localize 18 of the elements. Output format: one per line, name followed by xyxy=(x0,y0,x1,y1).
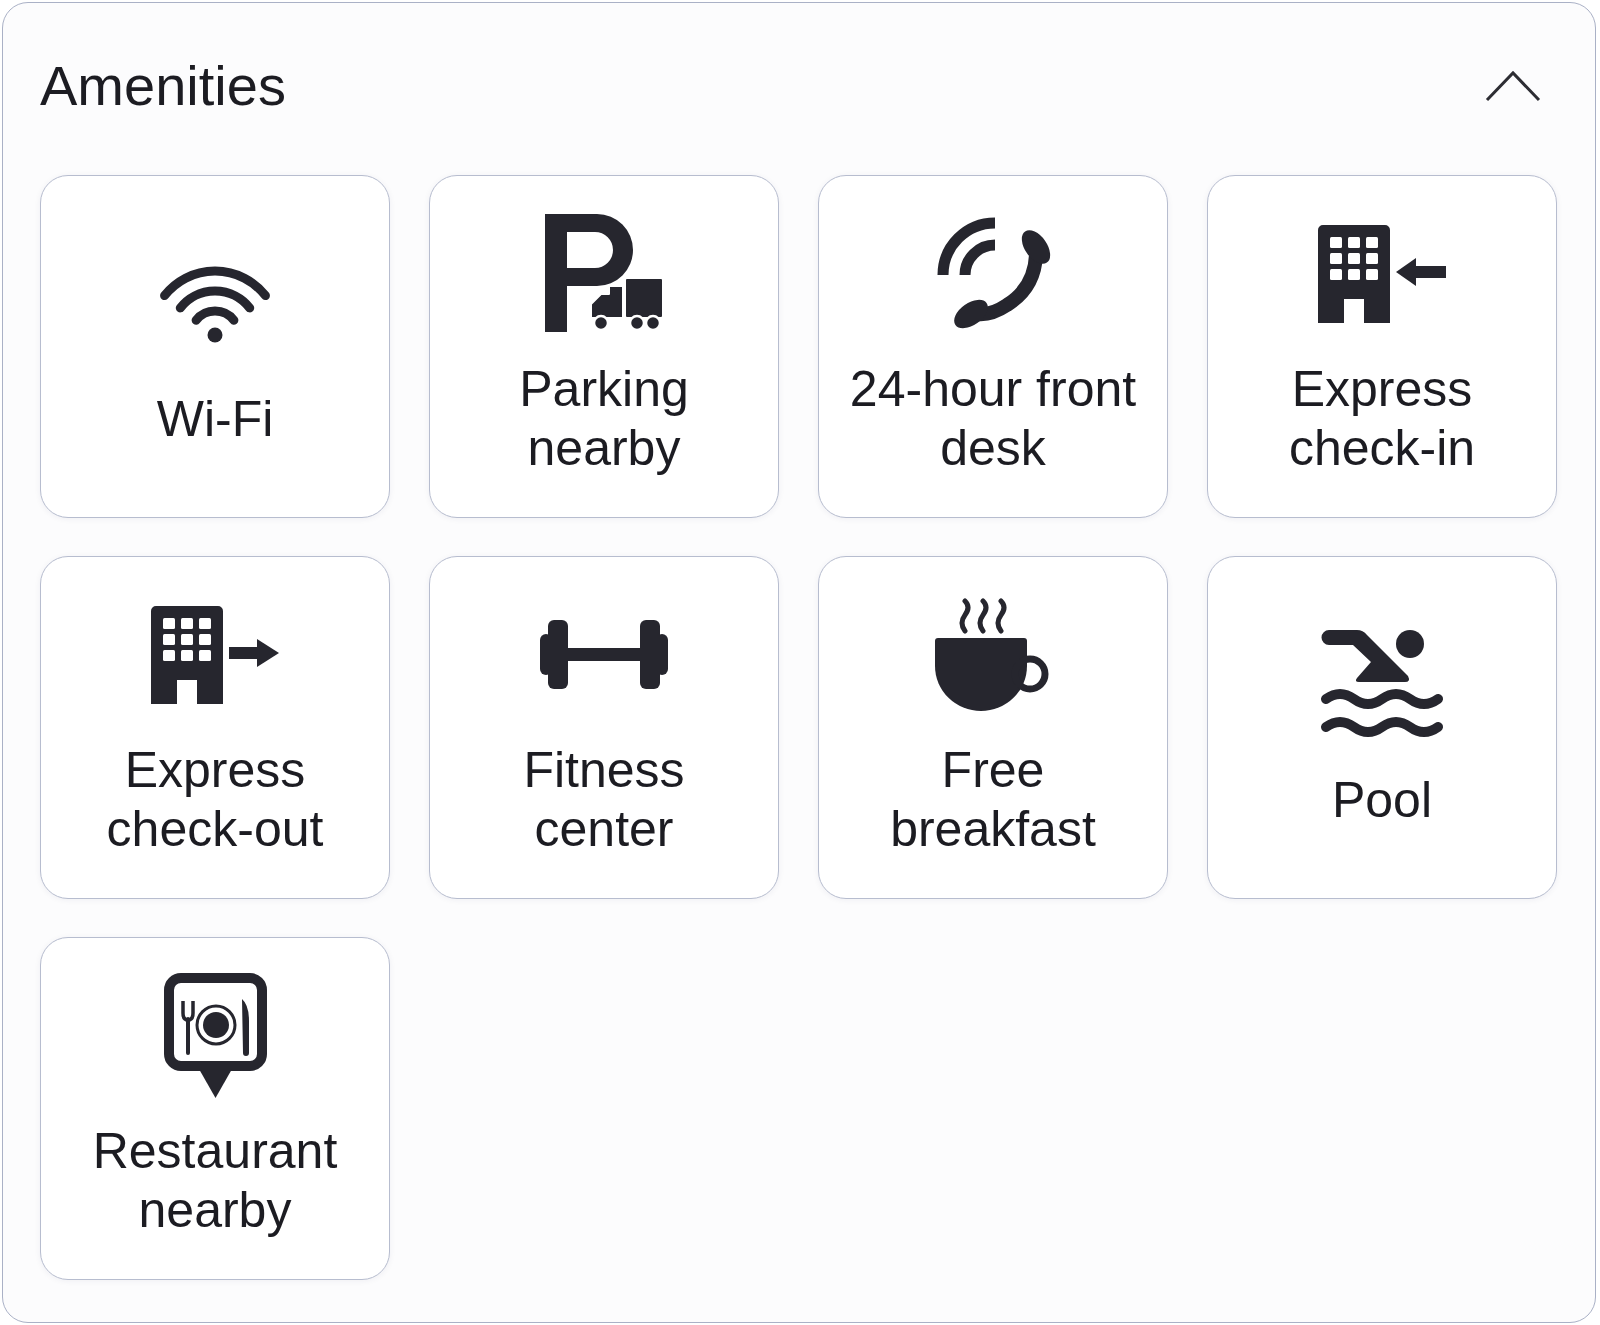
dumbbell-icon xyxy=(540,620,668,689)
amenity-label: Parking nearby xyxy=(518,360,690,478)
plate-cutlery-pin-icon xyxy=(163,973,267,1098)
chevron-up-icon xyxy=(1485,70,1541,102)
parking-icon xyxy=(544,214,664,333)
swimmer-icon xyxy=(1320,629,1444,739)
amenity-label: Fitness center xyxy=(522,741,686,859)
building-arrow-right-icon xyxy=(151,605,279,704)
amenity-label: 24-hour front desk xyxy=(848,360,1138,478)
section-title: Amenities xyxy=(40,53,286,119)
amenity-label: Free breakfast xyxy=(889,741,1097,859)
amenity-label: Pool xyxy=(1331,770,1433,830)
amenity-label: Express check-in xyxy=(1287,360,1477,478)
amenity-label: Express check-out xyxy=(105,741,325,859)
amenity-label: Wi-Fi xyxy=(156,389,274,449)
amenity-label: Restaurant nearby xyxy=(91,1122,339,1240)
collapse-button[interactable] xyxy=(1485,70,1541,102)
building-arrow-left-icon xyxy=(1318,224,1446,323)
